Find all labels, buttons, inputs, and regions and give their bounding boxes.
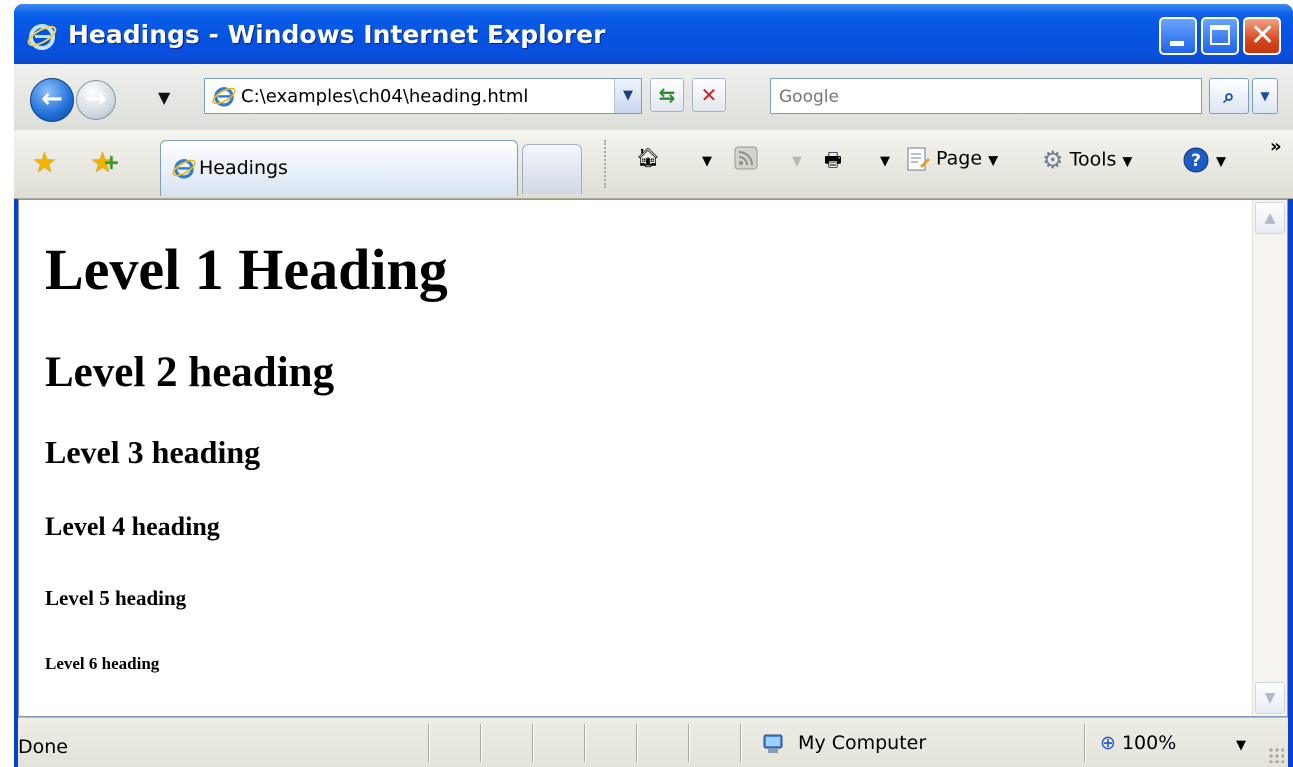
home-icon: 🏠︎ (636, 147, 661, 169)
refresh-icon: ⇆ (658, 83, 676, 107)
maximize-icon (1210, 25, 1230, 45)
add-favorites-icon: ★ + (90, 146, 120, 179)
status-pane-divider (532, 724, 533, 762)
resize-grip[interactable] (1268, 747, 1284, 763)
tools-menu-button[interactable]: ⚙ Tools ▼ (1042, 146, 1132, 180)
forward-button[interactable]: → (76, 80, 116, 120)
toolbar-separator (604, 140, 608, 188)
refresh-button[interactable]: ⇆ (650, 78, 684, 112)
navigation-bar: ← → ▼ C:\examples\ch04\heading.html ▼ ⇆ … (14, 64, 1293, 130)
home-dropdown[interactable]: ▼ (702, 154, 712, 188)
heading-level-5: Level 5 heading (45, 586, 187, 610)
favorites-center-button[interactable]: ★ (32, 146, 57, 179)
search-button[interactable]: ⌕ (1209, 78, 1249, 114)
heading-level-4: Level 4 heading (45, 512, 220, 541)
print-dropdown[interactable]: ▼ (880, 154, 890, 188)
status-pane-divider (428, 724, 429, 762)
zoom-value: 100% (1121, 732, 1177, 754)
ie-window: Headings - Windows Internet Explorer ✕ ←… (14, 4, 1293, 767)
stop-button[interactable]: ✕ (692, 78, 726, 112)
chevron-down-icon: ▼ (1236, 738, 1246, 753)
search-options-dropdown[interactable]: ▼ (1252, 78, 1278, 114)
page-menu-button[interactable]: Page ▼ (906, 146, 998, 180)
help-icon: ? (1183, 147, 1209, 173)
feeds-icon (734, 146, 758, 170)
zoom-dropdown[interactable]: ▼ (1236, 738, 1246, 753)
search-box[interactable] (770, 78, 1202, 114)
tools-menu-label: Tools (1069, 148, 1117, 171)
address-dropdown-button[interactable]: ▼ (614, 79, 641, 113)
print-icon: 🖶 (824, 149, 842, 171)
tab-headings[interactable]: Headings (160, 140, 518, 196)
search-input[interactable] (777, 83, 1191, 111)
ie-logo-icon (212, 87, 236, 107)
svg-text:?: ? (1191, 151, 1201, 171)
ie-logo-icon (172, 159, 196, 179)
document-body: Level 1 Heading Level 2 heading Level 3 … (19, 200, 1277, 716)
feeds-dropdown[interactable]: ▼ (792, 154, 802, 188)
scroll-up-button[interactable]: ▲ (1255, 202, 1285, 234)
close-button[interactable]: ✕ (1243, 17, 1281, 55)
back-arrow-icon: ← (41, 84, 63, 114)
feeds-button[interactable] (734, 146, 758, 180)
chevron-down-icon: ▼ (1122, 154, 1133, 170)
page-icon (907, 147, 930, 171)
forward-arrow-icon: → (85, 84, 107, 114)
command-bar: ★ ★ + Headings 🏠︎ ▼ ▼ 🖶 ▼ Page ▼ ⚙ Tools… (14, 130, 1293, 199)
heading-level-3: Level 3 heading (45, 434, 261, 470)
toolbar-overflow-button[interactable]: » (1270, 136, 1282, 157)
minimize-button[interactable] (1159, 17, 1197, 55)
address-url[interactable]: C:\examples\ch04\heading.html (241, 86, 528, 107)
status-pane-divider (584, 724, 585, 762)
status-text: Done (18, 736, 68, 758)
tools-gear-icon: ⚙ (1042, 146, 1064, 174)
status-pane-divider (636, 724, 637, 762)
heading-level-2: Level 2 heading (45, 349, 335, 396)
status-pane-divider (1084, 724, 1085, 762)
chevron-down-icon: ▼ (623, 88, 633, 103)
zoom-icon: ⊕ (1100, 732, 1116, 754)
zone-label: My Computer (798, 732, 927, 754)
status-bar: Done My Computer ⊕ 100% ▼ (18, 717, 1288, 767)
add-to-favorites-button[interactable]: ★ + (90, 146, 120, 179)
scroll-down-button[interactable]: ▼ (1255, 682, 1285, 714)
page-content-area: Level 1 Heading Level 2 heading Level 3 … (18, 199, 1288, 717)
ie-logo-icon (27, 24, 57, 50)
minimize-icon (1170, 41, 1184, 46)
heading-level-1: Level 1 Heading (45, 237, 448, 302)
close-icon: ✕ (1250, 18, 1276, 53)
status-pane-divider (480, 724, 481, 762)
chevron-down-icon: ▼ (1216, 154, 1227, 170)
search-icon: ⌕ (1223, 84, 1235, 108)
favorites-star-icon: ★ (32, 146, 58, 179)
vertical-scrollbar[interactable]: ▲ ▼ (1252, 200, 1287, 716)
status-pane-divider (740, 724, 741, 762)
heading-level-6: Level 6 heading (45, 654, 160, 673)
stop-icon: ✕ (700, 83, 718, 107)
chevron-up-icon: ▲ (1264, 210, 1276, 226)
chevron-down-icon: ▼ (1264, 690, 1276, 706)
zoom-level-button[interactable]: ⊕ 100% (1100, 732, 1176, 754)
back-button[interactable]: ← (30, 78, 74, 122)
chevron-down-icon: ▼ (988, 153, 999, 169)
help-menu-button[interactable]: ? ▼ (1182, 146, 1226, 180)
home-button[interactable]: 🏠︎ (636, 146, 660, 180)
page-menu-label: Page (936, 147, 983, 170)
title-bar[interactable]: Headings - Windows Internet Explorer ✕ (14, 4, 1293, 64)
new-tab-button[interactable] (522, 144, 582, 194)
recent-pages-dropdown[interactable]: ▼ (158, 88, 170, 107)
print-button[interactable]: 🖶 (824, 146, 842, 180)
tab-label: Headings (199, 157, 288, 179)
maximize-button[interactable] (1201, 17, 1239, 55)
security-zone[interactable]: My Computer (762, 732, 926, 755)
address-bar[interactable]: C:\examples\ch04\heading.html ▼ (204, 78, 642, 114)
status-pane-divider (688, 724, 689, 762)
chevron-down-icon: ▼ (1260, 89, 1270, 103)
window-title: Headings - Windows Internet Explorer (68, 20, 606, 49)
computer-icon (763, 734, 783, 753)
